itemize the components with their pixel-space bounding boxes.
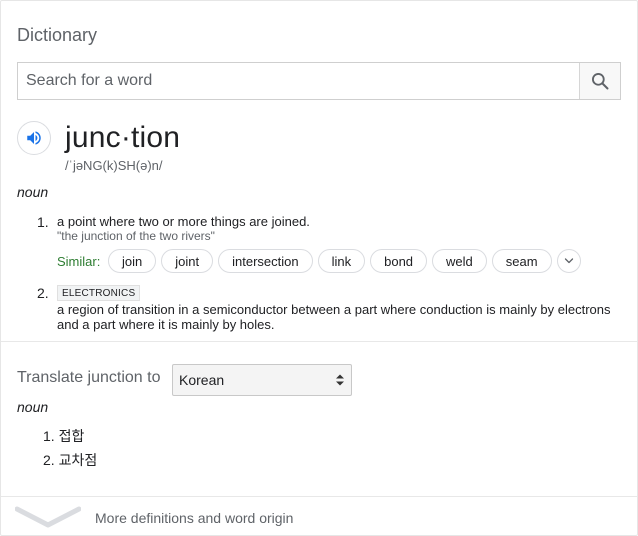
selected-language: Korean — [179, 372, 225, 388]
similar-word-chip[interactable]: joint — [161, 249, 214, 273]
expand-similar-button[interactable] — [556, 249, 581, 273]
translate-label: Translate junction to — [17, 369, 161, 386]
headword: junc·tion — [65, 121, 181, 154]
similar-word-chip[interactable]: weld — [432, 249, 487, 273]
select-arrows-icon — [336, 374, 344, 386]
section-divider — [1, 496, 637, 497]
dictionary-card: Dictionary junc·tion /ˈjəNG(k)SH(ə)n/ no… — [0, 0, 638, 536]
definition-number: 2. — [37, 285, 49, 301]
definition-example: "the junction of the two rivers" — [57, 229, 215, 243]
translation-number: 2. — [43, 452, 55, 468]
domain-tag: ELECTRONICS — [57, 285, 141, 301]
speaker-icon — [27, 131, 41, 145]
similar-word-chip[interactable]: seam — [491, 249, 552, 273]
section-divider — [1, 341, 637, 342]
pronunciation-button[interactable] — [17, 121, 51, 155]
translation-number: 1. — [43, 428, 55, 444]
similar-label: Similar: — [57, 254, 101, 269]
search-icon — [592, 73, 609, 90]
similar-word-chip[interactable]: join — [108, 249, 157, 273]
language-select[interactable]: Korean — [172, 364, 352, 396]
definition-text: a region of transition in a semiconducto… — [57, 302, 611, 332]
chevron-down-icon — [564, 258, 573, 264]
card-title: Dictionary — [17, 25, 98, 45]
more-definitions-text: More definitions and word origin — [95, 510, 294, 526]
search-button[interactable] — [579, 63, 620, 99]
definition-text: a point where two or more things are joi… — [57, 214, 310, 229]
similar-word-chip[interactable]: bond — [370, 249, 428, 273]
more-definitions-link[interactable]: More definitions and word origin — [1, 498, 637, 536]
search-input[interactable] — [18, 63, 579, 99]
similar-word-chip[interactable]: intersection — [218, 249, 313, 273]
translation-text: 교차점 — [58, 452, 98, 468]
phonetic-spelling: /ˈjəNG(k)SH(ə)n/ — [65, 158, 163, 173]
chevron-down-icon — [15, 506, 81, 528]
translation-item: 2. 교차점 — [43, 450, 97, 470]
translation-part-of-speech: noun — [17, 399, 49, 415]
definition-number: 1. — [37, 214, 49, 230]
translation-item: 1. 접합 — [43, 426, 84, 446]
similar-words: join joint intersection link bond weld s… — [108, 249, 581, 273]
search-bar — [17, 62, 621, 100]
part-of-speech: noun — [17, 184, 49, 200]
similar-word-chip[interactable]: link — [317, 249, 366, 273]
translation-text: 접합 — [58, 428, 85, 444]
